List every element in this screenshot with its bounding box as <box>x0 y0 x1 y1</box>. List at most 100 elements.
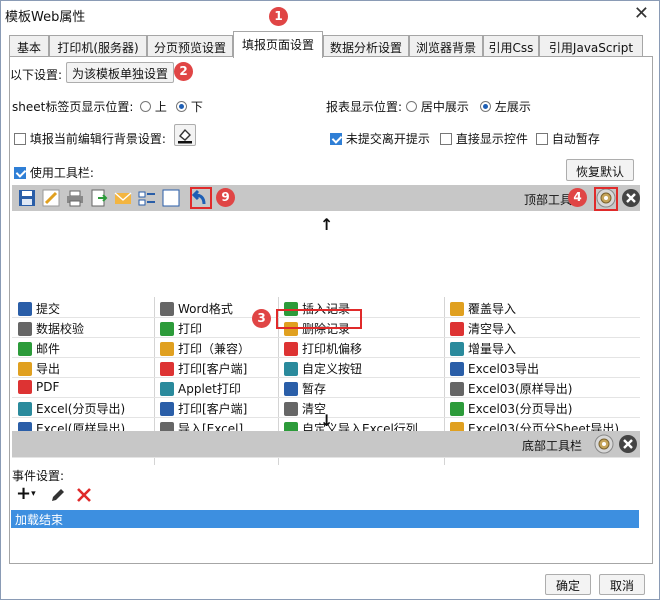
toolbar-option-item[interactable]: 清空导入 <box>450 320 516 340</box>
toolbar-option-item[interactable]: 覆盖导入 <box>450 300 516 320</box>
export-icon[interactable] <box>90 189 108 207</box>
checkbox-checked-icon[interactable] <box>330 133 342 145</box>
paint-bucket-button[interactable] <box>174 124 196 146</box>
fill-bg-label: 填报当前编辑行背景设置: <box>29 132 166 146</box>
mail-icon[interactable] <box>114 189 132 207</box>
tab-browser-bg[interactable]: 浏览器背景 <box>409 35 483 57</box>
scope-button[interactable]: 为该模板单独设置 <box>66 62 174 83</box>
radio-selected-icon[interactable] <box>480 101 491 112</box>
toolbar-option-label: 暂存 <box>302 382 327 396</box>
checkbox-checked-icon[interactable] <box>14 167 26 179</box>
direct-control-option[interactable]: 直接显示控件 <box>440 130 528 147</box>
sheet-pos-bottom-option[interactable]: 下 <box>176 98 203 115</box>
clear-icon[interactable] <box>621 188 641 208</box>
toolbar-option-label: Word格式 <box>178 302 233 316</box>
toolbar-option-item[interactable]: 邮件 <box>18 340 60 360</box>
unsubmitted-option[interactable]: 未提交离开提示 <box>330 130 430 147</box>
highlight-gear <box>594 187 618 211</box>
edit-pencil-icon[interactable] <box>50 487 66 503</box>
printer-icon[interactable] <box>66 189 84 207</box>
check-pencil-icon[interactable] <box>42 189 60 207</box>
button-type-icon <box>450 322 464 336</box>
tab-ref-css[interactable]: 引用Css <box>483 35 539 57</box>
tab-fill-page[interactable]: 填报页面设置 <box>233 31 323 58</box>
toolbar-option-label: 打印（兼容） <box>178 342 251 356</box>
toolbar-option-item[interactable]: Excel03导出 <box>450 360 539 380</box>
move-down-arrow[interactable]: ↓ <box>320 411 333 430</box>
toolbar-option-item[interactable]: 打印 <box>160 320 202 340</box>
tab-printer-server[interactable]: 打印机(服务器) <box>49 35 147 57</box>
save-icon[interactable] <box>18 189 36 207</box>
add-event-button[interactable]: +▾ <box>16 483 36 504</box>
button-type-icon <box>160 342 174 356</box>
toolbar-option-item[interactable]: 提交 <box>18 300 60 320</box>
toolbar-option-item[interactable]: Word格式 <box>160 300 233 320</box>
tab-ref-js[interactable]: 引用JavaScript <box>539 35 643 57</box>
toolbar-option-label: Excel(分页导出) <box>36 402 126 416</box>
cancel-button[interactable]: 取消 <box>599 574 645 595</box>
toolbar-option-item[interactable]: Applet打印 <box>160 380 241 400</box>
close-icon[interactable]: ✕ <box>634 3 649 24</box>
use-toolbar-option[interactable]: 使用工具栏: <box>14 164 94 181</box>
toolbar-option-item[interactable]: 数据校验 <box>18 320 84 340</box>
layout-icon[interactable] <box>138 189 156 207</box>
button-type-icon <box>450 362 464 376</box>
tab-strip: 基本 打印机(服务器) 分页预览设置 填报页面设置 数据分析设置 浏览器背景 引… <box>9 31 653 58</box>
toolbar-option-label: Excel03(原样导出) <box>468 382 573 396</box>
checkbox-icon[interactable] <box>14 133 26 145</box>
annotation-badge-9: 9 <box>216 188 235 207</box>
toolbar-option-item[interactable]: 增量导入 <box>450 340 516 360</box>
checkbox-icon[interactable] <box>440 133 452 145</box>
gear-icon[interactable] <box>594 434 614 454</box>
toolbar-option-item[interactable]: 打印[客户端] <box>160 400 247 420</box>
report-pos-left-option[interactable]: 左展示 <box>480 98 531 115</box>
bottom-toolbar-strip[interactable]: 底部工具栏 <box>12 431 640 457</box>
tab-basic[interactable]: 基本 <box>9 35 49 57</box>
toolbar-option-item[interactable]: 打印机偏移 <box>284 340 362 360</box>
sheet-pos-top-option[interactable]: 上 <box>140 98 167 115</box>
blank-page-icon[interactable] <box>162 189 180 207</box>
toolbar-option-item[interactable]: 导出 <box>18 360 60 380</box>
move-up-arrow[interactable]: ↑ <box>320 215 333 234</box>
toolbar-option-label: 增量导入 <box>468 342 517 356</box>
button-type-icon <box>284 402 298 416</box>
fill-bg-option[interactable]: 填报当前编辑行背景设置: <box>14 130 166 147</box>
button-type-icon <box>160 302 174 316</box>
toolbar-option-item[interactable]: 打印（兼容） <box>160 340 250 360</box>
tab-data-analysis[interactable]: 数据分析设置 <box>323 35 409 57</box>
restore-default-button[interactable]: 恢复默认 <box>566 159 634 181</box>
button-type-icon <box>160 382 174 396</box>
chevron-down-icon: ▾ <box>31 489 36 499</box>
report-pos-center-option[interactable]: 居中展示 <box>406 98 469 115</box>
toolbar-option-item[interactable]: 自定义按钮 <box>284 360 362 380</box>
toolbar-option-label: 覆盖导入 <box>468 302 517 316</box>
autosave-option[interactable]: 自动暂存 <box>536 130 600 147</box>
ok-button[interactable]: 确定 <box>545 574 591 595</box>
toolbar-option-item[interactable]: 暂存 <box>284 380 326 400</box>
button-type-icon <box>450 302 464 316</box>
add-icon: + <box>16 483 32 504</box>
sheet-pos-bottom-label: 下 <box>190 100 203 114</box>
annotation-badge-3: 3 <box>252 309 271 328</box>
toolbar-option-item[interactable]: Excel(分页导出) <box>18 400 125 420</box>
clear-icon[interactable] <box>618 434 638 454</box>
sheet-pos-top-label: 上 <box>154 100 167 114</box>
toolbar-option-label: 打印[客户端] <box>178 362 248 376</box>
top-toolbar-strip[interactable]: 顶部工具栏 <box>12 185 640 211</box>
toolbar-option-item[interactable]: PDF <box>18 380 59 400</box>
tab-page-preview[interactable]: 分页预览设置 <box>147 35 233 57</box>
events-label: 事件设置: <box>12 469 65 483</box>
event-list-item-selected[interactable]: 加载结束 <box>11 510 639 528</box>
button-type-icon <box>160 362 174 376</box>
radio-icon[interactable] <box>406 101 417 112</box>
radio-selected-icon[interactable] <box>176 101 187 112</box>
toolbar-option-item[interactable]: Excel03(分页导出) <box>450 400 572 420</box>
toolbar-option-item[interactable]: 打印[客户端] <box>160 360 247 380</box>
radio-icon[interactable] <box>140 101 151 112</box>
toolbar-option-item[interactable]: Excel03(原样导出) <box>450 380 572 400</box>
toolbar-option-label: 提交 <box>36 302 61 316</box>
button-type-icon <box>18 302 32 316</box>
delete-icon[interactable] <box>76 487 92 503</box>
checkbox-icon[interactable] <box>536 133 548 145</box>
bottom-toolbar-label: 底部工具栏 <box>522 439 583 453</box>
